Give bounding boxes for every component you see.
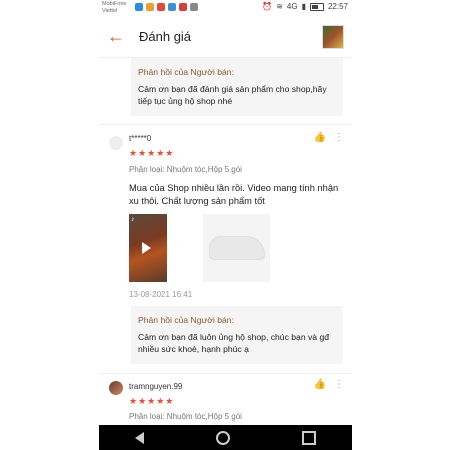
page-title: Đánh giá bbox=[139, 29, 192, 44]
review-video[interactable]: ♪ bbox=[129, 214, 167, 282]
status-bar: MobiFone Viettel ⏰ ≋ 4G ▮ 22:57 bbox=[99, 0, 352, 17]
signal-icon: ▮ bbox=[301, 2, 306, 11]
more-options-icon[interactable]: ⋮ bbox=[334, 132, 344, 143]
product-thumbnail[interactable] bbox=[322, 25, 344, 49]
review-username: tramnguyen.99 bbox=[129, 382, 183, 391]
review-username: t*****0 bbox=[129, 134, 152, 143]
arrow-left-icon[interactable]: ← bbox=[107, 27, 125, 45]
thumbs-up-icon[interactable]: 👍 bbox=[314, 379, 326, 390]
shoe-image bbox=[209, 236, 265, 260]
avatar bbox=[109, 136, 123, 150]
phone-screen: MobiFone Viettel ⏰ ≋ 4G ▮ 22:57 ← Đánh g… bbox=[99, 0, 352, 450]
status-indicators: ⏰ ≋ 4G ▮ 22:57 bbox=[262, 2, 348, 11]
seller-reply-text: Cảm ơn bạn đã đánh giá sản phẩm cho shop… bbox=[138, 83, 327, 107]
review-photo[interactable] bbox=[203, 214, 270, 282]
review-variant: Phân loại: Nhuộm tóc,Hộp 5 gói bbox=[129, 412, 242, 421]
thumbs-up-icon[interactable]: 👍 bbox=[314, 132, 326, 143]
review-item: tramnguyen.99 👍 ⋮ ★★★★★ Phân loại: Nhuộm… bbox=[99, 373, 352, 425]
wifi-icon: ≋ bbox=[276, 2, 283, 11]
seller-reply-text: Cảm ơn bạn đã luôn ủng hộ shop, chúc bạn… bbox=[138, 331, 330, 355]
alarm-icon: ⏰ bbox=[262, 2, 273, 11]
seller-reply-label: Phản hồi của Người bán: bbox=[138, 67, 234, 77]
rating-stars: ★★★★★ bbox=[129, 148, 175, 158]
review-date: 13-08-2021 16:41 bbox=[129, 290, 193, 299]
tiktok-icon: ♪ bbox=[131, 216, 135, 223]
app-notification-icon bbox=[135, 3, 143, 11]
play-icon bbox=[142, 242, 151, 254]
app-notification-icon bbox=[146, 3, 154, 11]
seller-reply: Phản hồi của Người bán: Cảm ơn bạn đã đá… bbox=[131, 58, 343, 116]
system-nav-bar bbox=[99, 425, 352, 450]
seller-reply-label: Phản hồi của Người bán: bbox=[138, 315, 234, 325]
app-notification-icon bbox=[179, 3, 187, 11]
signal-label: 4G bbox=[286, 2, 298, 11]
app-notification-icon bbox=[168, 3, 176, 11]
clock: 22:57 bbox=[327, 2, 348, 11]
app-notification-icon bbox=[190, 3, 198, 11]
more-options-icon[interactable]: ⋮ bbox=[334, 379, 344, 390]
nav-back-icon[interactable] bbox=[135, 431, 144, 444]
app-notification-icon bbox=[157, 3, 165, 11]
page-header: ← Đánh giá bbox=[99, 17, 352, 58]
review-variant: Phân loại: Nhuộm tóc,Hộp 5 gói bbox=[129, 165, 242, 174]
nav-recent-apps-icon[interactable] bbox=[302, 430, 316, 445]
avatar bbox=[109, 381, 123, 395]
review-comment: Mua của Shop nhiều lần rồi. Video mang t… bbox=[129, 183, 339, 206]
nav-home-icon[interactable] bbox=[216, 430, 230, 445]
notification-icons bbox=[135, 3, 198, 11]
carrier-info: MobiFone Viettel bbox=[102, 1, 127, 14]
rating-stars: ★★★★★ bbox=[129, 396, 175, 406]
battery-icon bbox=[309, 2, 324, 11]
review-item: t*****0 👍 ⋮ ★★★★★ Phân loại: Nhuộm tóc,H… bbox=[99, 124, 352, 374]
seller-reply: Phản hồi của Người bán: Cảm ơn bạn đã lu… bbox=[131, 306, 343, 364]
